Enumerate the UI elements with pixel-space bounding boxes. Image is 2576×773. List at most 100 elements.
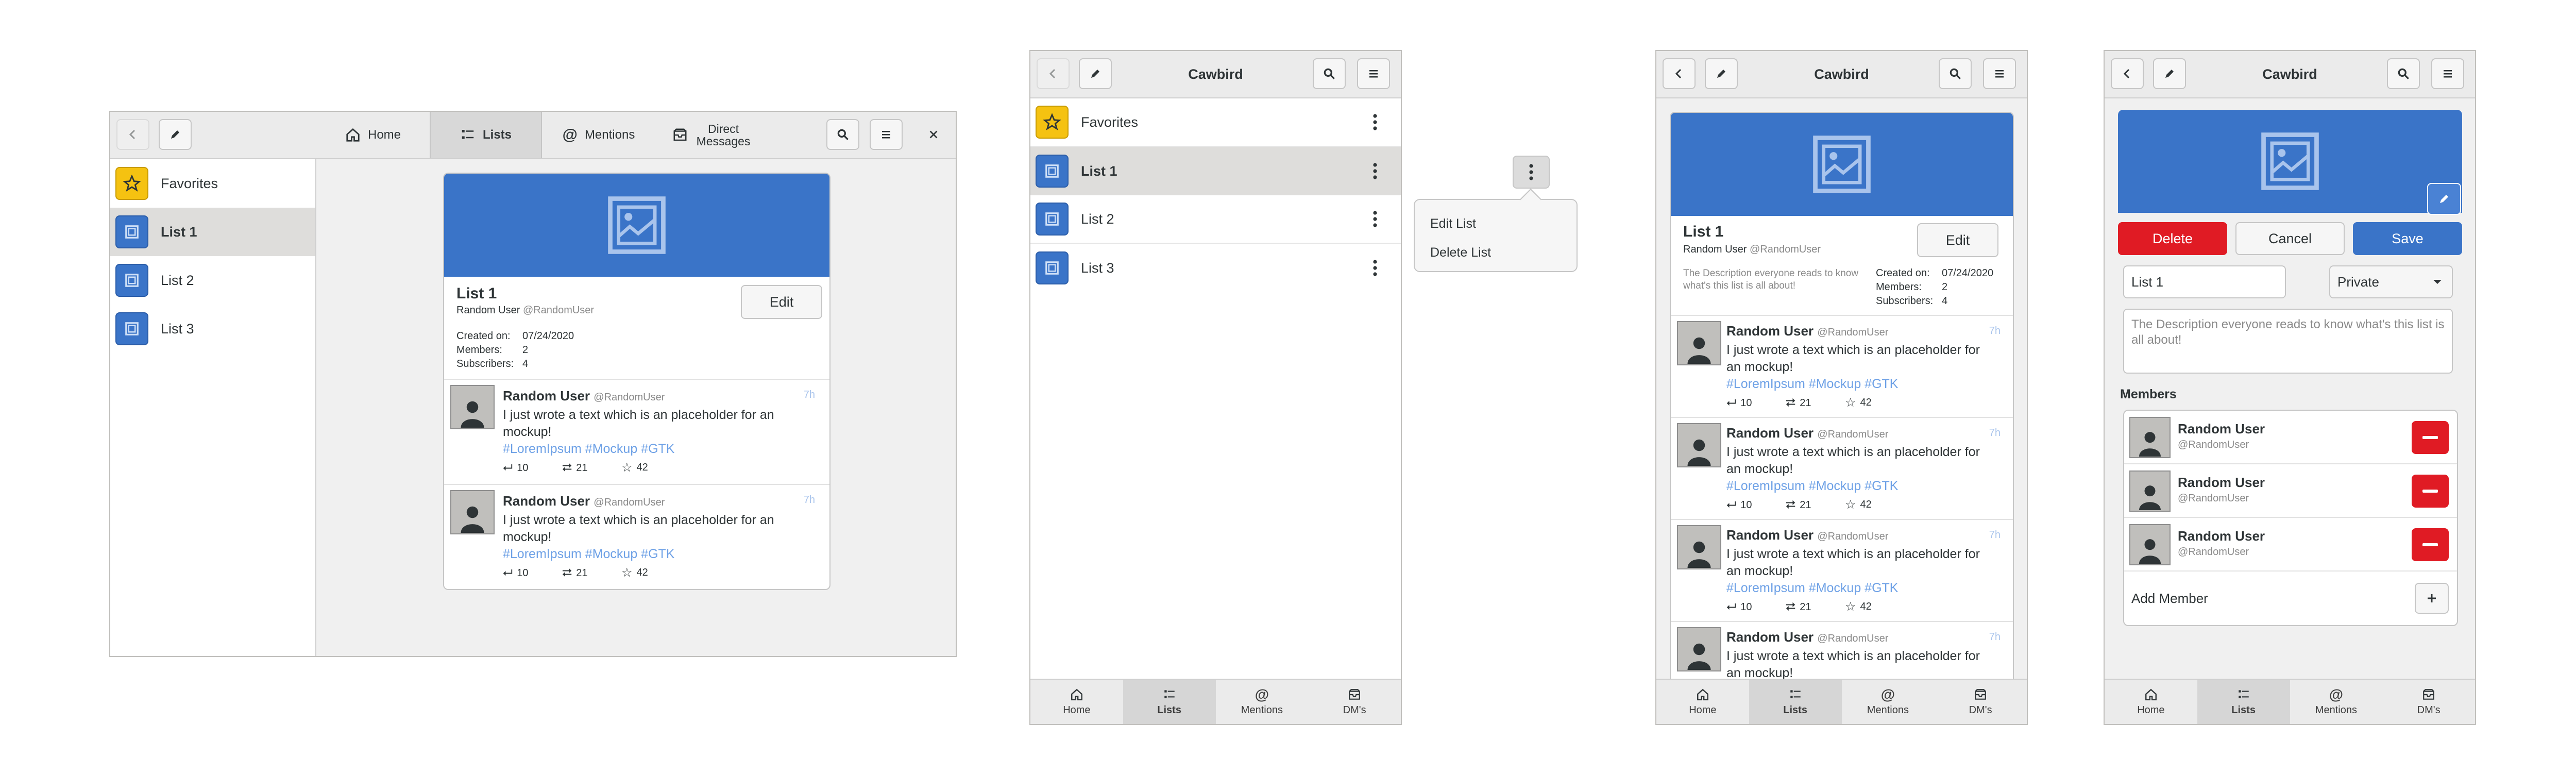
sidebar-item-list-3[interactable]: List 3: [110, 305, 315, 353]
like-action[interactable]: ☆ 42: [1845, 497, 1872, 512]
more-options-button[interactable]: [1365, 210, 1385, 228]
nav-lists[interactable]: Lists: [2197, 680, 2290, 724]
search-button[interactable]: [826, 119, 859, 150]
tweet-text: I just wrote a text which is an placehol…: [1726, 649, 1980, 680]
retweet-action[interactable]: ⮂ 21: [1786, 600, 1811, 614]
reply-action[interactable]: ⮠ 10: [503, 461, 528, 475]
menu-button[interactable]: [1983, 58, 2016, 89]
tweet[interactable]: Random User @RandomUser 7h I just wrote …: [444, 379, 829, 484]
nav-home[interactable]: Home: [1030, 680, 1123, 724]
search-button[interactable]: [2387, 58, 2420, 89]
sidebar-item-list-1[interactable]: List 1: [110, 208, 315, 256]
back-button[interactable]: [2111, 58, 2144, 89]
remove-member-button[interactable]: [2412, 421, 2449, 454]
home-icon: [1697, 688, 1708, 700]
back-button[interactable]: [116, 119, 149, 150]
retweet-action[interactable]: ⮂ 21: [562, 566, 587, 580]
list-stats: Created on: 07/24/2020 Members: 2 Subscrib…: [456, 329, 574, 371]
more-options-button[interactable]: [1365, 259, 1385, 277]
tweet-hashtags[interactable]: #LoremIpsum #Mockup #GTK: [1726, 581, 1898, 596]
edit-list-button[interactable]: Edit: [741, 285, 822, 319]
delete-list-menu-item[interactable]: Delete List: [1430, 245, 1491, 260]
tweet[interactable]: Random User @RandomUser 7h I just wrote …: [1671, 417, 2013, 519]
edit-list-menu-item[interactable]: Edit List: [1430, 216, 1476, 231]
more-options-button[interactable]: [1365, 113, 1385, 131]
tweet[interactable]: Random User @RandomUser 7h I just wrote …: [1671, 621, 2013, 680]
nav-home-label: Home: [1063, 704, 1091, 716]
compose-button[interactable]: [2153, 58, 2186, 89]
list-item-list-1[interactable]: List 1: [1030, 147, 1401, 195]
tab-mentions-label: Mentions: [584, 128, 635, 142]
tweet-hashtags[interactable]: #LoremIpsum #Mockup #GTK: [503, 547, 674, 562]
reply-action[interactable]: ⮠ 10: [1726, 600, 1752, 614]
save-button[interactable]: Save: [2353, 222, 2462, 255]
list-name-input[interactable]: List 1: [2123, 265, 2286, 298]
members-list: Random User @RandomUser Random User @Rando…: [2123, 410, 2458, 626]
compose-button[interactable]: [1705, 58, 1738, 89]
menu-button[interactable]: [870, 119, 903, 150]
search-button[interactable]: [1939, 58, 1972, 89]
privacy-dropdown[interactable]: Private: [2329, 265, 2453, 298]
tweet-hashtags[interactable]: #LoremIpsum #Mockup #GTK: [1726, 377, 1898, 392]
cancel-button[interactable]: Cancel: [2235, 222, 2345, 255]
nav-dms-label: DM's: [1969, 704, 1992, 716]
like-action[interactable]: ☆ 42: [1845, 395, 1872, 410]
menu-button[interactable]: [1357, 58, 1390, 89]
nav-lists[interactable]: Lists: [1749, 680, 1842, 724]
nav-home[interactable]: Home: [1656, 680, 1749, 724]
add-member-button[interactable]: [2415, 583, 2449, 614]
remove-member-button[interactable]: [2412, 475, 2449, 508]
tab-direct-messages[interactable]: Direct Messages: [655, 112, 769, 158]
reply-action[interactable]: ⮠ 10: [1726, 498, 1752, 512]
nav-mentions[interactable]: @ Mentions: [1216, 680, 1309, 724]
tweet-hashtags[interactable]: #LoremIpsum #Mockup #GTK: [503, 442, 674, 457]
sidebar-item-label: Favorites: [161, 175, 218, 191]
retweet-action[interactable]: ⮂ 21: [562, 461, 587, 475]
like-action[interactable]: ☆ 42: [621, 460, 648, 475]
tab-lists[interactable]: Lists: [430, 112, 542, 158]
search-button[interactable]: [1313, 58, 1346, 89]
nav-mentions[interactable]: @ Mentions: [2290, 680, 2383, 724]
reply-action[interactable]: ⮠ 10: [1726, 396, 1752, 410]
popover-trigger-button[interactable]: [1513, 156, 1550, 189]
star-outline-icon: ☆: [621, 461, 633, 475]
nav-mentions[interactable]: @ Mentions: [1842, 680, 1935, 724]
back-button[interactable]: [1663, 58, 1696, 89]
edit-list-button[interactable]: Edit: [1917, 223, 1998, 257]
close-button[interactable]: [918, 119, 949, 150]
more-options-button[interactable]: [1365, 162, 1385, 180]
retweet-action[interactable]: ⮂ 21: [1786, 498, 1811, 512]
remove-member-button[interactable]: [2412, 528, 2449, 561]
nav-dms[interactable]: DM's: [2382, 680, 2475, 724]
reply-action[interactable]: ⮠ 10: [503, 566, 528, 580]
member-handle: @RandomUser: [2178, 439, 2249, 450]
delete-button[interactable]: Delete: [2118, 222, 2227, 255]
edit-banner-button[interactable]: [2427, 183, 2461, 215]
nav-dms[interactable]: DM's: [1308, 680, 1401, 724]
tab-mentions[interactable]: @ Mentions: [542, 112, 655, 158]
list-description-input[interactable]: The Description everyone reads to know w…: [2123, 309, 2453, 374]
bottom-navbar: Home Lists @ Mentions DM's: [2105, 679, 2475, 724]
list-item-list-3[interactable]: List 3: [1030, 244, 1401, 292]
sidebar-item-favorites[interactable]: Favorites: [110, 159, 315, 208]
menu-button[interactable]: [2431, 58, 2464, 89]
compose-button[interactable]: [1079, 58, 1112, 89]
back-button[interactable]: [1037, 58, 1070, 89]
nav-lists[interactable]: Lists: [1123, 680, 1216, 724]
sidebar-item-list-2[interactable]: List 2: [110, 256, 315, 305]
tweet-hashtags[interactable]: #LoremIpsum #Mockup #GTK: [1726, 479, 1898, 494]
nav-dms[interactable]: DM's: [1934, 680, 2027, 724]
nav-home[interactable]: Home: [2105, 680, 2197, 724]
add-member-row[interactable]: Add Member: [2124, 572, 2457, 625]
compose-button[interactable]: [159, 119, 192, 150]
tweet[interactable]: Random User @RandomUser 7h I just wrote …: [1671, 315, 2013, 417]
like-action[interactable]: ☆ 42: [1845, 599, 1872, 614]
retweet-action[interactable]: ⮂ 21: [1786, 396, 1811, 410]
like-action[interactable]: ☆ 42: [621, 565, 648, 580]
mobile-list-editor-window: Cawbird Delete Cancel Save List 1 Privat…: [2104, 50, 2476, 725]
list-item-favorites[interactable]: Favorites: [1030, 98, 1401, 147]
tweet[interactable]: Random User @RandomUser 7h I just wrote …: [1671, 519, 2013, 621]
tweet[interactable]: Random User @RandomUser 7h I just wrote …: [444, 484, 829, 589]
tab-home[interactable]: Home: [316, 112, 430, 158]
list-item-list-2[interactable]: List 2: [1030, 195, 1401, 244]
